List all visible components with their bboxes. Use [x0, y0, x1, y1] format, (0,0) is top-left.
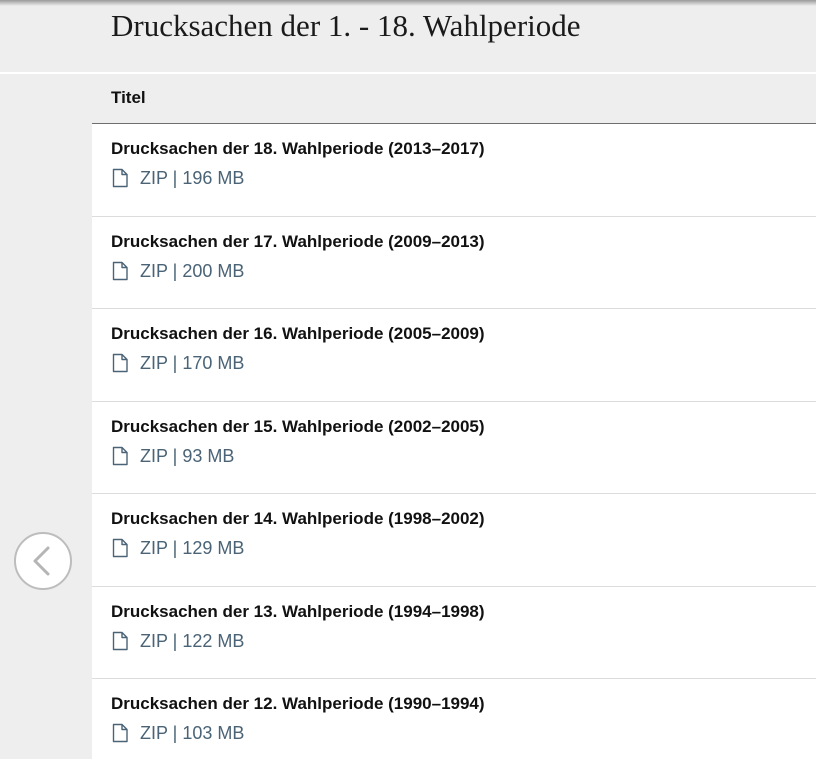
table-row: Drucksachen der 13. Wahlperiode (1994–19…: [92, 586, 816, 679]
table-row: Drucksachen der 12. Wahlperiode (1990–19…: [92, 679, 816, 759]
row-title: Drucksachen der 13. Wahlperiode (1994–19…: [111, 601, 485, 621]
file-icon: [111, 168, 129, 188]
previous-button[interactable]: [14, 532, 72, 590]
table-header: Titel: [92, 74, 816, 124]
file-info[interactable]: ZIP | 200 MB: [140, 260, 244, 282]
row-title: Drucksachen der 17. Wahlperiode (2009–20…: [111, 231, 485, 251]
file-info[interactable]: ZIP | 122 MB: [140, 630, 244, 652]
file-icon: [111, 723, 129, 743]
table-row: Drucksachen der 16. Wahlperiode (2005–20…: [92, 309, 816, 402]
file-info[interactable]: ZIP | 93 MB: [140, 445, 234, 467]
download-link[interactable]: ZIP | 129 MB: [111, 537, 244, 559]
download-link[interactable]: ZIP | 196 MB: [111, 167, 244, 189]
download-link[interactable]: ZIP | 93 MB: [111, 445, 234, 467]
file-icon: [111, 538, 129, 558]
chevron-left-icon: [33, 546, 50, 576]
file-info[interactable]: ZIP | 129 MB: [140, 537, 244, 559]
table-row: Drucksachen der 15. Wahlperiode (2002–20…: [92, 401, 816, 494]
file-icon: [111, 261, 129, 281]
row-title: Drucksachen der 16. Wahlperiode (2005–20…: [111, 324, 485, 343]
download-link[interactable]: ZIP | 122 MB: [111, 630, 244, 652]
table-row: Drucksachen der 18. Wahlperiode (2013–20…: [92, 124, 816, 217]
file-icon: [111, 446, 129, 466]
file-info[interactable]: ZIP | 103 MB: [140, 722, 244, 744]
download-link[interactable]: ZIP | 170 MB: [111, 352, 244, 374]
file-icon: [111, 631, 129, 651]
download-link[interactable]: ZIP | 200 MB: [111, 260, 244, 282]
page-title: Drucksachen der 1. - 18. Wahlperiode: [111, 8, 581, 43]
file-info[interactable]: ZIP | 170 MB: [140, 352, 244, 374]
row-title: Drucksachen der 12. Wahlperiode (1990–19…: [111, 694, 485, 713]
table-row: Drucksachen der 17. Wahlperiode (2009–20…: [92, 216, 816, 309]
file-info[interactable]: ZIP | 196 MB: [140, 167, 244, 189]
row-title: Drucksachen der 18. Wahlperiode (2013–20…: [111, 139, 485, 158]
downloads-table: Titel Drucksachen der 18. Wahlperiode (2…: [92, 74, 816, 759]
column-header-titel[interactable]: Titel: [111, 88, 146, 108]
top-shadow: [0, 0, 816, 6]
row-title: Drucksachen der 15. Wahlperiode (2002–20…: [111, 416, 485, 436]
table-row: Drucksachen der 14. Wahlperiode (1998–20…: [92, 494, 816, 587]
row-title: Drucksachen der 14. Wahlperiode (1998–20…: [111, 509, 485, 528]
file-icon: [111, 353, 129, 373]
download-link[interactable]: ZIP | 103 MB: [111, 722, 244, 744]
